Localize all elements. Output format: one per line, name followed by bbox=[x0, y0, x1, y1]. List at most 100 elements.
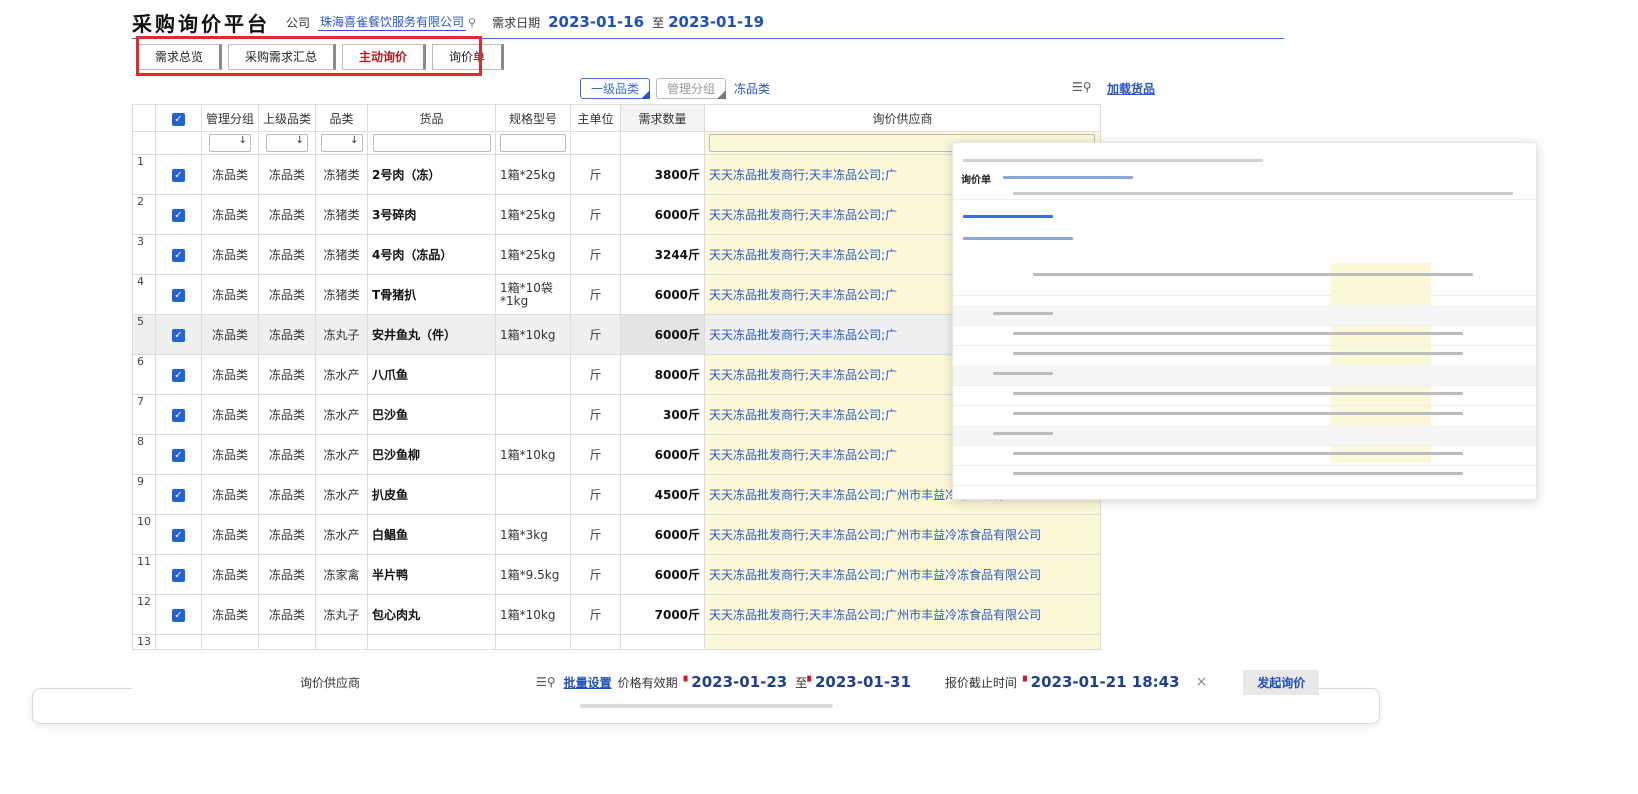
cell-group[interactable]: 冻品类 bbox=[200, 394, 260, 435]
cell-supplier[interactable]: 天天冻品批发商行;天丰冻品公司;广州市丰益冷冻食品有限公司 bbox=[704, 554, 1102, 595]
checkbox-checked-icon[interactable]: ✓ bbox=[172, 249, 185, 262]
col-header-parent-category[interactable]: 上级品类 bbox=[258, 104, 317, 132]
cell-parent-category[interactable]: 冻品类 bbox=[258, 474, 317, 515]
footer-search-icon[interactable]: ☰⚲ bbox=[536, 675, 556, 689]
cell-parent-category[interactable]: 冻品类 bbox=[258, 394, 317, 435]
cell-unit[interactable]: 斤 bbox=[570, 314, 622, 355]
cell-unit[interactable]: 斤 bbox=[570, 394, 622, 435]
cell-group[interactable]: 冻品类 bbox=[200, 274, 260, 315]
row-checkbox[interactable] bbox=[155, 634, 202, 650]
cell-group[interactable] bbox=[200, 634, 260, 650]
cell-spec[interactable] bbox=[495, 394, 572, 435]
cell-parent-category[interactable]: 冻品类 bbox=[258, 594, 317, 635]
cell-unit[interactable]: 斤 bbox=[570, 354, 622, 395]
group-chip[interactable]: 管理分组 bbox=[656, 78, 727, 99]
cell-qty[interactable]: 4500斤 bbox=[620, 474, 706, 515]
search-icon[interactable]: ⚲ bbox=[468, 16, 476, 29]
row-checkbox[interactable]: ✓ bbox=[155, 594, 202, 635]
row-checkbox[interactable]: ✓ bbox=[155, 234, 202, 275]
cell-category[interactable]: 冻丸子 bbox=[315, 314, 369, 355]
date-from[interactable]: 2023-01-16 bbox=[548, 13, 644, 31]
table-row[interactable]: 11 ✓ 冻品类 冻品类 冻家禽 半片鸭 1箱*9.5kg 斤 6000斤 天天冻品批发商行;天丰… bbox=[132, 554, 1102, 595]
cell-qty[interactable]: 6000斤 bbox=[620, 274, 706, 315]
checkbox-checked-icon[interactable]: ✓ bbox=[172, 329, 185, 342]
row-checkbox[interactable]: ✓ bbox=[155, 314, 202, 355]
date-to[interactable]: 2023-01-19 bbox=[668, 13, 764, 31]
cell-goods[interactable] bbox=[367, 634, 497, 650]
scrollbar-thumb[interactable] bbox=[580, 704, 833, 708]
cell-group[interactable]: 冻品类 bbox=[200, 154, 260, 195]
row-checkbox[interactable]: ✓ bbox=[155, 394, 202, 435]
checkbox-checked-icon[interactable]: ✓ bbox=[172, 609, 185, 622]
row-checkbox[interactable]: ✓ bbox=[155, 354, 202, 395]
cell-unit[interactable]: 斤 bbox=[570, 474, 622, 515]
col-header-spec[interactable]: 规格型号 bbox=[495, 104, 572, 132]
cell-qty[interactable]: 3244斤 bbox=[620, 234, 706, 275]
cell-goods[interactable]: 安井鱼丸（件） bbox=[367, 314, 497, 355]
cell-unit[interactable]: 斤 bbox=[570, 514, 622, 555]
filter-spec[interactable] bbox=[495, 131, 572, 155]
filter-category[interactable]: ↓ bbox=[315, 131, 369, 155]
inquiry-preview-thumbnail[interactable]: 询价单 bbox=[952, 142, 1537, 500]
cell-goods[interactable]: 八爪鱼 bbox=[367, 354, 497, 395]
col-header-category[interactable]: 品类 bbox=[315, 104, 369, 132]
cell-unit[interactable] bbox=[570, 634, 622, 650]
cell-parent-category[interactable]: 冻品类 bbox=[258, 234, 317, 275]
col-header-unit[interactable]: 主单位 bbox=[570, 104, 622, 132]
cell-category[interactable] bbox=[315, 634, 369, 650]
cell-unit[interactable]: 斤 bbox=[570, 194, 622, 235]
row-checkbox[interactable]: ✓ bbox=[155, 434, 202, 475]
cell-spec[interactable]: 1箱*10kg bbox=[495, 594, 572, 635]
cell-category[interactable]: 冻水产 bbox=[315, 394, 369, 435]
cell-spec[interactable]: 1箱*10kg bbox=[495, 434, 572, 475]
cell-parent-category[interactable]: 冻品类 bbox=[258, 194, 317, 235]
cell-parent-category[interactable]: 冻品类 bbox=[258, 274, 317, 315]
cell-supplier[interactable] bbox=[704, 634, 1102, 650]
cell-spec[interactable]: 1箱*25kg bbox=[495, 154, 572, 195]
cell-group[interactable]: 冻品类 bbox=[200, 594, 260, 635]
cell-goods[interactable]: 4号肉（冻品） bbox=[367, 234, 497, 275]
cell-category[interactable]: 冻猪类 bbox=[315, 234, 369, 275]
cell-qty[interactable]: 6000斤 bbox=[620, 514, 706, 555]
cell-spec[interactable]: 1箱*10袋*1kg bbox=[495, 274, 572, 315]
cell-qty[interactable]: 6000斤 bbox=[620, 314, 706, 355]
cell-goods[interactable]: 白鲳鱼 bbox=[367, 514, 497, 555]
cell-spec[interactable]: 1箱*10kg bbox=[495, 314, 572, 355]
cell-category[interactable]: 冻猪类 bbox=[315, 194, 369, 235]
row-checkbox[interactable]: ✓ bbox=[155, 514, 202, 555]
company-select[interactable]: 珠海喜雀餐饮服务有限公司 bbox=[318, 13, 467, 31]
col-header-goods[interactable]: 货品 bbox=[367, 104, 497, 132]
col-header-supplier[interactable]: 询价供应商 bbox=[704, 104, 1102, 132]
cell-qty[interactable]: 6000斤 bbox=[620, 194, 706, 235]
cell-spec[interactable] bbox=[495, 354, 572, 395]
checkbox-checked-icon[interactable]: ✓ bbox=[172, 489, 185, 502]
cell-parent-category[interactable] bbox=[258, 634, 317, 650]
row-checkbox[interactable]: ✓ bbox=[155, 154, 202, 195]
checkbox-checked-icon[interactable]: ✓ bbox=[172, 529, 185, 542]
cell-group[interactable]: 冻品类 bbox=[200, 474, 260, 515]
cell-group[interactable]: 冻品类 bbox=[200, 434, 260, 475]
cell-category[interactable]: 冻水产 bbox=[315, 434, 369, 475]
checkbox-checked-icon[interactable]: ✓ bbox=[172, 569, 185, 582]
cell-qty[interactable]: 300斤 bbox=[620, 394, 706, 435]
cell-unit[interactable]: 斤 bbox=[570, 594, 622, 635]
cell-supplier[interactable]: 天天冻品批发商行;天丰冻品公司;广州市丰益冷冻食品有限公司 bbox=[704, 594, 1102, 635]
cell-group[interactable]: 冻品类 bbox=[200, 354, 260, 395]
launch-inquiry-button[interactable]: 发起询价 bbox=[1243, 669, 1320, 695]
row-checkbox[interactable]: ✓ bbox=[155, 274, 202, 315]
checkbox-checked-icon[interactable]: ✓ bbox=[172, 169, 185, 182]
checkbox-checked-icon[interactable]: ✓ bbox=[172, 449, 185, 462]
deadline-value[interactable]: 2023-01-21 18:43 bbox=[1031, 673, 1180, 691]
cell-category[interactable]: 冻家禽 bbox=[315, 554, 369, 595]
cell-parent-category[interactable]: 冻品类 bbox=[258, 514, 317, 555]
cell-category[interactable]: 冻丸子 bbox=[315, 594, 369, 635]
cell-goods[interactable]: 3号碎肉 bbox=[367, 194, 497, 235]
cell-spec[interactable]: 1箱*3kg bbox=[495, 514, 572, 555]
cell-qty[interactable]: 8000斤 bbox=[620, 354, 706, 395]
cell-goods[interactable]: 包心肉丸 bbox=[367, 594, 497, 635]
cell-goods[interactable]: 2号肉（冻） bbox=[367, 154, 497, 195]
cell-qty[interactable]: 3800斤 bbox=[620, 154, 706, 195]
cell-qty[interactable]: 6000斤 bbox=[620, 554, 706, 595]
cell-unit[interactable]: 斤 bbox=[570, 274, 622, 315]
cell-parent-category[interactable]: 冻品类 bbox=[258, 434, 317, 475]
